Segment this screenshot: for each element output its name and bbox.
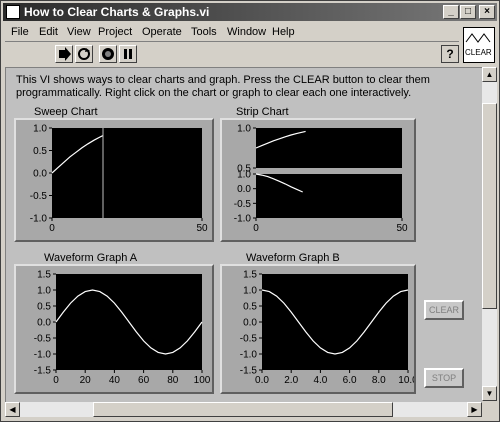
graph-a-ytick-label: 1.5: [37, 270, 51, 281]
graph-a-ytick-label: -1.0: [34, 350, 52, 361]
scroll-up-icon[interactable]: ▲: [482, 67, 497, 82]
strip-xtick-label: 0: [253, 223, 259, 234]
sweep-plot-area: [52, 128, 202, 218]
waveform-graph-a[interactable]: 1.5 1.0 0.5 0.0 -0.5 -1.0 -1.5 0 20 40 60 80 100: [14, 264, 214, 394]
graph-a-xtick-label: 80: [167, 375, 179, 386]
strip-bottom-ytick-label: -1.0: [234, 214, 252, 225]
maximize-button[interactable]: □: [460, 5, 476, 19]
graph-b-ytick-label: 0.0: [243, 318, 257, 329]
waveform-graph-a-label: Waveform Graph A: [44, 252, 138, 264]
sweep-xtick-label: 50: [196, 223, 208, 234]
strip-plot-area-top: [256, 128, 402, 168]
graph-b-ytick-label: 1.5: [243, 270, 257, 281]
graph-b-xtick-label: 8.0: [372, 375, 386, 386]
run-arrow-icon[interactable]: [55, 45, 73, 63]
graph-b-plot-area: [262, 274, 408, 370]
sweep-ytick-label: -0.5: [30, 191, 48, 202]
graph-b-xtick-label: 4.0: [313, 375, 327, 386]
strip-top-ytick-label: 1.0: [237, 124, 251, 135]
run-continuously-icon[interactable]: [75, 45, 93, 63]
clear-button[interactable]: CLEAR: [424, 300, 464, 320]
vertical-scrollbar[interactable]: ▲ ▼: [482, 67, 497, 401]
sweep-chart-label: Sweep Chart: [34, 106, 98, 118]
graph-a-ytick-label: 0.0: [37, 318, 51, 329]
waveform-graph-b-label: Waveform Graph B: [246, 252, 340, 264]
context-help-button[interactable]: ?: [441, 45, 459, 63]
menu-file[interactable]: File: [11, 26, 29, 38]
menu-tools[interactable]: Tools: [191, 26, 217, 38]
strip-chart-label: Strip Chart: [236, 106, 289, 118]
vertical-scroll-thumb[interactable]: [482, 103, 497, 309]
graph-a-xtick-label: 0: [53, 375, 59, 386]
graph-a-ytick-label: 1.0: [37, 286, 51, 297]
waveform-graph-b[interactable]: 1.5 1.0 0.5 0.0 -0.5 -1.0 -1.5 0.0 2.0 4.0 6.0 8.0 1…: [220, 264, 416, 394]
graph-a-ytick-label: -0.5: [34, 334, 52, 345]
scroll-left-icon[interactable]: ◀: [5, 402, 20, 417]
strip-xtick-label: 50: [396, 223, 408, 234]
graph-b-ytick-label: -0.5: [240, 334, 258, 345]
graph-a-xtick-label: 100: [194, 375, 211, 386]
frame-strip-svg: 1.00.51.00.0-0.5-1.00 50: [234, 124, 408, 235]
scroll-down-icon[interactable]: ▼: [482, 386, 497, 401]
graph-b-xtick-label: 0.0: [255, 375, 269, 386]
connector-label: CLEAR: [465, 48, 492, 57]
sweep-ytick-label: -1.0: [30, 214, 48, 225]
front-panel: This VI shows ways to clear charts and g…: [5, 67, 482, 402]
sweep-chart[interactable]: 1.0 0.5 0.0 -0.5 -1.0 0 50: [14, 118, 214, 242]
menu-edit[interactable]: Edit: [39, 26, 58, 38]
pause-icon[interactable]: [119, 45, 137, 63]
graph-b-xtick-label: 2.0: [284, 375, 298, 386]
menu-window[interactable]: Window: [227, 26, 266, 38]
minimize-button[interactable]: _: [443, 5, 459, 19]
sweep-ytick-label: 0.0: [33, 169, 47, 180]
menu-operate[interactable]: Operate: [142, 26, 182, 38]
title-bar[interactable]: How to Clear Charts & Graphs.vi _ □ ×: [3, 3, 497, 21]
window-title: How to Clear Charts & Graphs.vi: [24, 5, 210, 19]
horizontal-scrollbar[interactable]: ◀ ▶: [5, 402, 482, 417]
strip-bottom-ytick-label: 1.0: [237, 170, 251, 181]
graph-a-ytick-label: -1.5: [34, 366, 52, 377]
graph-b-ytick-label: -1.0: [240, 350, 258, 361]
graph-b-ytick-label: 0.5: [243, 302, 257, 313]
sweep-ytick-label: 1.0: [33, 124, 47, 135]
frame-sweep-svg: 1.0 0.5 0.0 -0.5 -1.00 50: [30, 124, 208, 235]
menu-help[interactable]: Help: [272, 26, 295, 38]
toolbar-separator: [5, 41, 459, 42]
horizontal-scroll-thumb[interactable]: [93, 402, 393, 417]
graph-b-xtick-label: 6.0: [343, 375, 357, 386]
frame-b-svg: 1.51.00.50.0-0.5-1.0-1.50.0 2.0 4.0 6.0 8.0 1…: [240, 270, 414, 387]
strip-bottom-ytick-label: -0.5: [234, 199, 252, 210]
frame-a-svg: 1.5 1.0 0.5 0.0 -0.5 -1.0 -1.50 20 40 60 80 100: [34, 270, 211, 387]
graph-a-ytick-label: 0.5: [37, 302, 51, 313]
description-text: This VI shows ways to clear charts and g…: [16, 74, 430, 99]
close-button[interactable]: ×: [479, 5, 495, 19]
menu-view[interactable]: View: [67, 26, 91, 38]
strip-bottom-ytick-label: 0.0: [237, 184, 251, 195]
vi-icon: [6, 5, 20, 19]
stop-button[interactable]: STOP: [424, 368, 464, 388]
abort-icon[interactable]: [99, 45, 117, 63]
connector-pane-icon[interactable]: CLEAR: [463, 27, 495, 63]
scroll-right-icon[interactable]: ▶: [467, 402, 482, 417]
graph-b-ytick-label: 1.0: [243, 286, 257, 297]
graph-b-xtick-label: 10.0: [398, 375, 414, 386]
strip-chart[interactable]: 1.0 0.5 1.0 0.0 -0.5 -1.0 0 50: [220, 118, 416, 242]
menu-project[interactable]: Project: [98, 26, 132, 38]
vi-window: How to Clear Charts & Graphs.vi _ □ × Fi…: [0, 0, 500, 422]
graph-a-xtick-label: 40: [109, 375, 121, 386]
sweep-xtick-label: 0: [49, 223, 55, 234]
sweep-ytick-label: 0.5: [33, 146, 47, 157]
graph-a-xtick-label: 20: [80, 375, 92, 386]
graph-a-xtick-label: 60: [138, 375, 150, 386]
